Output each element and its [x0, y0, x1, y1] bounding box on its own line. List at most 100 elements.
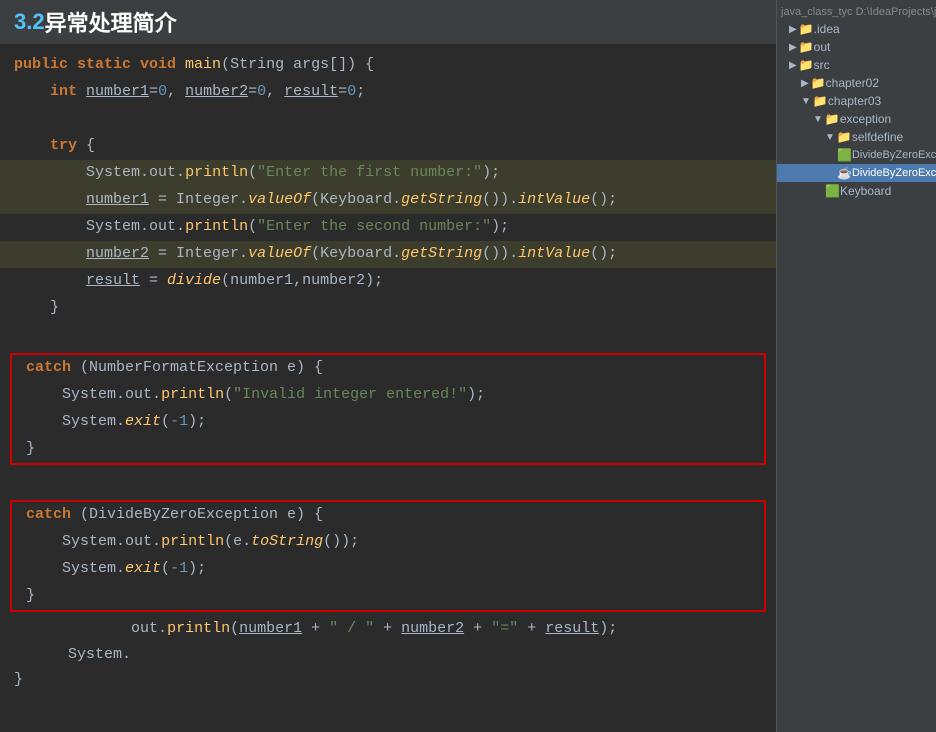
- tree-item-label: selfdefine: [852, 130, 903, 144]
- code-text: ;: [356, 79, 365, 105]
- code-text: );: [188, 409, 206, 435]
- tree-item-src[interactable]: ▶ 📁 src: [777, 56, 936, 74]
- method-println: println: [185, 160, 248, 186]
- code-text: ,: [266, 79, 284, 105]
- code-text: ()).: [482, 187, 518, 213]
- code-text: }: [50, 295, 59, 321]
- code-line: catch (DivideByZeroException e) {: [12, 502, 764, 529]
- var-number1: number1: [239, 616, 302, 642]
- code-text: args[]) {: [293, 52, 374, 78]
- code-text: (String: [221, 52, 293, 78]
- var-number2: number2: [401, 616, 464, 642]
- code-text: ,: [167, 79, 185, 105]
- tree-item-dividebyzero-class[interactable]: 🟩 DivideByZeroExcepti...: [777, 146, 936, 164]
- code-text: = Integer.: [149, 187, 248, 213]
- code-text: System.: [62, 556, 125, 582]
- field-out: out: [131, 616, 158, 642]
- var-result: result: [284, 79, 338, 105]
- num-neg1b: -1: [170, 556, 188, 582]
- string-literal: "Enter the second number:": [257, 214, 491, 240]
- method-getstring: getString: [401, 241, 482, 267]
- code-line-close: }: [0, 667, 776, 694]
- code-indent: [14, 160, 86, 186]
- section-number: 3.2: [14, 9, 45, 35]
- expand-icon: ▶: [789, 24, 797, 35]
- code-text: (DivideByZeroException e) {: [80, 502, 323, 528]
- tree-item-label: .idea: [814, 22, 840, 36]
- code-text: ();: [590, 241, 617, 267]
- code-line: System.out.println(e.toString());: [12, 529, 764, 556]
- code-indent: [14, 79, 50, 105]
- method-println: println: [161, 529, 224, 555]
- keyword-int: int: [50, 79, 86, 105]
- code-line: number1 = Integer.valueOf(Keyboard.getSt…: [0, 187, 776, 214]
- num-0c: 0: [347, 79, 356, 105]
- expand-icon: ▶: [789, 60, 797, 71]
- var-result: result: [545, 616, 599, 642]
- code-text: (: [224, 382, 233, 408]
- code-text: (NumberFormatException e) {: [80, 355, 323, 381]
- code-text: ());: [323, 529, 359, 555]
- num-neg1: -1: [170, 409, 188, 435]
- num-0b: 0: [257, 79, 266, 105]
- tree-item-label: chapter03: [828, 94, 881, 108]
- method-tostring: toString: [251, 529, 323, 555]
- code-text: System.: [62, 382, 125, 408]
- code-line: int number1=0, number2=0, result=0;: [0, 79, 776, 106]
- code-line: System.exit(-1);: [12, 409, 764, 436]
- method-getstring: getString: [401, 187, 482, 213]
- string-literal: "Enter the first number:": [257, 160, 482, 186]
- code-line-bottom: System.out.println(number1 + " / " + num…: [0, 616, 776, 667]
- section-title: 异常处理简介: [45, 6, 177, 38]
- tree-item-chapter02[interactable]: ▶ 📁 chapter02: [777, 74, 936, 92]
- folder-icon: 📁: [825, 112, 840, 126]
- tree-item-chapter03[interactable]: ▼ 📁 chapter03: [777, 92, 936, 110]
- code-text: =: [149, 79, 158, 105]
- code-text: }: [14, 667, 23, 693]
- keyword-static: static: [77, 52, 140, 78]
- code-line: }: [12, 583, 764, 610]
- code-text: .: [152, 382, 161, 408]
- code-line: number2 = Integer.valueOf(Keyboard.getSt…: [0, 241, 776, 268]
- java-file-icon: ☕: [837, 166, 852, 180]
- field-out: out: [125, 529, 152, 555]
- method-valueof: valueOf: [248, 187, 311, 213]
- code-text: =: [338, 79, 347, 105]
- code-text: (: [161, 409, 170, 435]
- tree-item-keyboard[interactable]: 🟩 Keyboard: [777, 182, 936, 200]
- method-intvalue: intValue: [518, 241, 590, 267]
- method-println: println: [185, 214, 248, 240]
- code-indent: [14, 214, 86, 240]
- class-file-icon: 🟩: [837, 148, 852, 162]
- tree-item-out[interactable]: ▶ 📁 out: [777, 38, 936, 56]
- code-line: System.out.println("Invalid integer ente…: [12, 382, 764, 409]
- num-0: 0: [158, 79, 167, 105]
- tree-item-label: DivideByZeroExcepti...: [852, 167, 936, 179]
- string-eq: "=": [491, 616, 518, 642]
- code-indent: [14, 268, 86, 294]
- code-line: catch (NumberFormatException e) {: [12, 355, 764, 382]
- tree-item-label: exception: [840, 112, 891, 126]
- code-text: System.: [86, 214, 149, 240]
- folder-icon: 📁: [799, 58, 814, 72]
- code-line: System.out.println("Enter the second num…: [0, 214, 776, 241]
- method-divide: divide: [167, 268, 221, 294]
- tree-item-selfdefine[interactable]: ▼ 📁 selfdefine: [777, 128, 936, 146]
- catch-block-2: catch (DivideByZeroException e) { System…: [10, 500, 766, 612]
- expand-icon: ▼: [825, 132, 835, 143]
- tree-item-idea[interactable]: ▶ 📁 .idea: [777, 20, 936, 38]
- code-line: public static void main(String args[]) {: [0, 52, 776, 79]
- code-line: }: [12, 436, 764, 463]
- keyword-public: public: [14, 52, 77, 78]
- code-text: .: [176, 214, 185, 240]
- tree-item-dividebyzero-java[interactable]: ☕ DivideByZeroExcepti...: [777, 164, 936, 182]
- code-text: =: [248, 79, 257, 105]
- code-indent: [14, 241, 86, 267]
- tree-item-exception[interactable]: ▼ 📁 exception: [777, 110, 936, 128]
- field-out: out: [149, 214, 176, 240]
- code-indent: [14, 187, 86, 213]
- code-text: System.: [62, 409, 125, 435]
- code-text: );: [188, 556, 206, 582]
- code-indent: [26, 529, 62, 555]
- var-number2: number2: [185, 79, 248, 105]
